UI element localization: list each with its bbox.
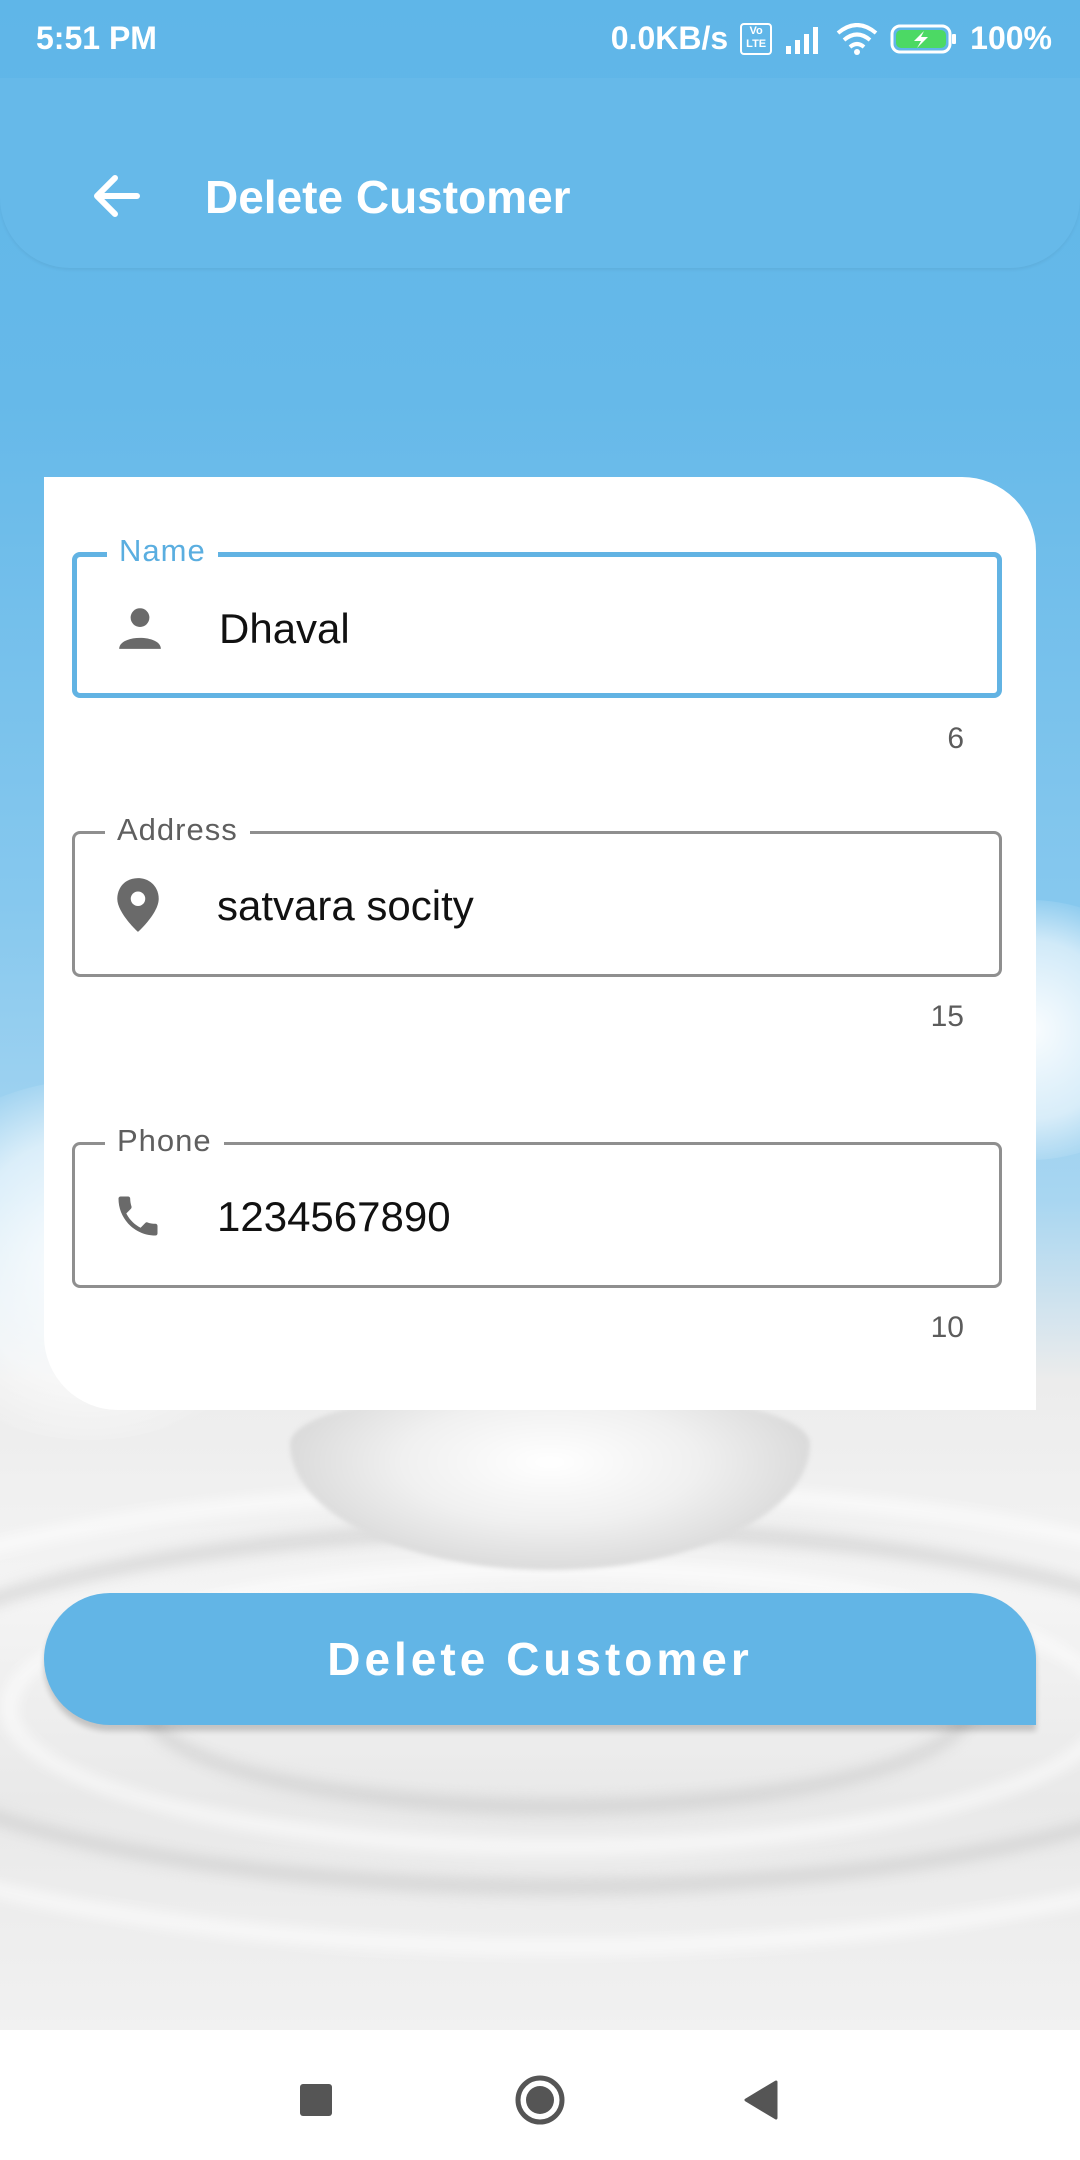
address-label: Address: [105, 812, 250, 848]
name-input[interactable]: Dhaval: [219, 605, 350, 653]
battery-percent: 100%: [970, 20, 1052, 56]
system-nav-bar: [0, 2030, 1080, 2160]
triangle-back-icon: [744, 2080, 778, 2120]
app-bar: Delete Customer: [0, 78, 1080, 268]
phone-input[interactable]: 1234567890: [217, 1193, 451, 1241]
circle-icon: [515, 2075, 565, 2125]
back-nav-button[interactable]: [730, 2070, 790, 2130]
arrow-back-icon: [94, 175, 140, 217]
signal-icon: [786, 26, 819, 54]
name-field[interactable]: Name Dhaval: [72, 533, 1002, 698]
person-icon: [111, 599, 169, 657]
back-button[interactable]: [84, 164, 148, 228]
address-input[interactable]: satvara socity: [217, 882, 474, 930]
status-time: 5:51 PM: [36, 20, 157, 56]
delete-customer-button[interactable]: Delete Customer: [44, 1593, 1036, 1725]
phone-icon: [109, 1187, 167, 1245]
name-label: Name: [107, 533, 218, 569]
name-counter: 6: [947, 722, 964, 755]
phone-label: Phone: [105, 1123, 224, 1159]
status-icons: 0.0KB/s Vo LTE 100%: [611, 20, 1052, 57]
battery-charging-icon: [890, 24, 957, 53]
phone-counter: 10: [930, 1311, 964, 1344]
square-icon: [300, 2084, 332, 2116]
home-button[interactable]: [510, 2070, 570, 2130]
recents-button[interactable]: [286, 2070, 346, 2130]
network-speed: 0.0KB/s: [610, 20, 729, 56]
volte-icon: Vo LTE: [740, 22, 773, 55]
page-title: Delete Customer: [205, 171, 571, 223]
address-counter: 15: [930, 1000, 964, 1033]
location-pin-icon: [109, 876, 167, 934]
customer-form-card: Name Dhaval 6 Address satvara socity 15 …: [44, 477, 1036, 1410]
wifi-icon: [836, 22, 878, 55]
status-bar: 5:51 PM 0.0KB/s Vo LTE 100%: [0, 0, 1080, 78]
address-field[interactable]: Address satvara socity: [72, 812, 1002, 977]
phone-field[interactable]: Phone 1234567890: [72, 1123, 1002, 1288]
